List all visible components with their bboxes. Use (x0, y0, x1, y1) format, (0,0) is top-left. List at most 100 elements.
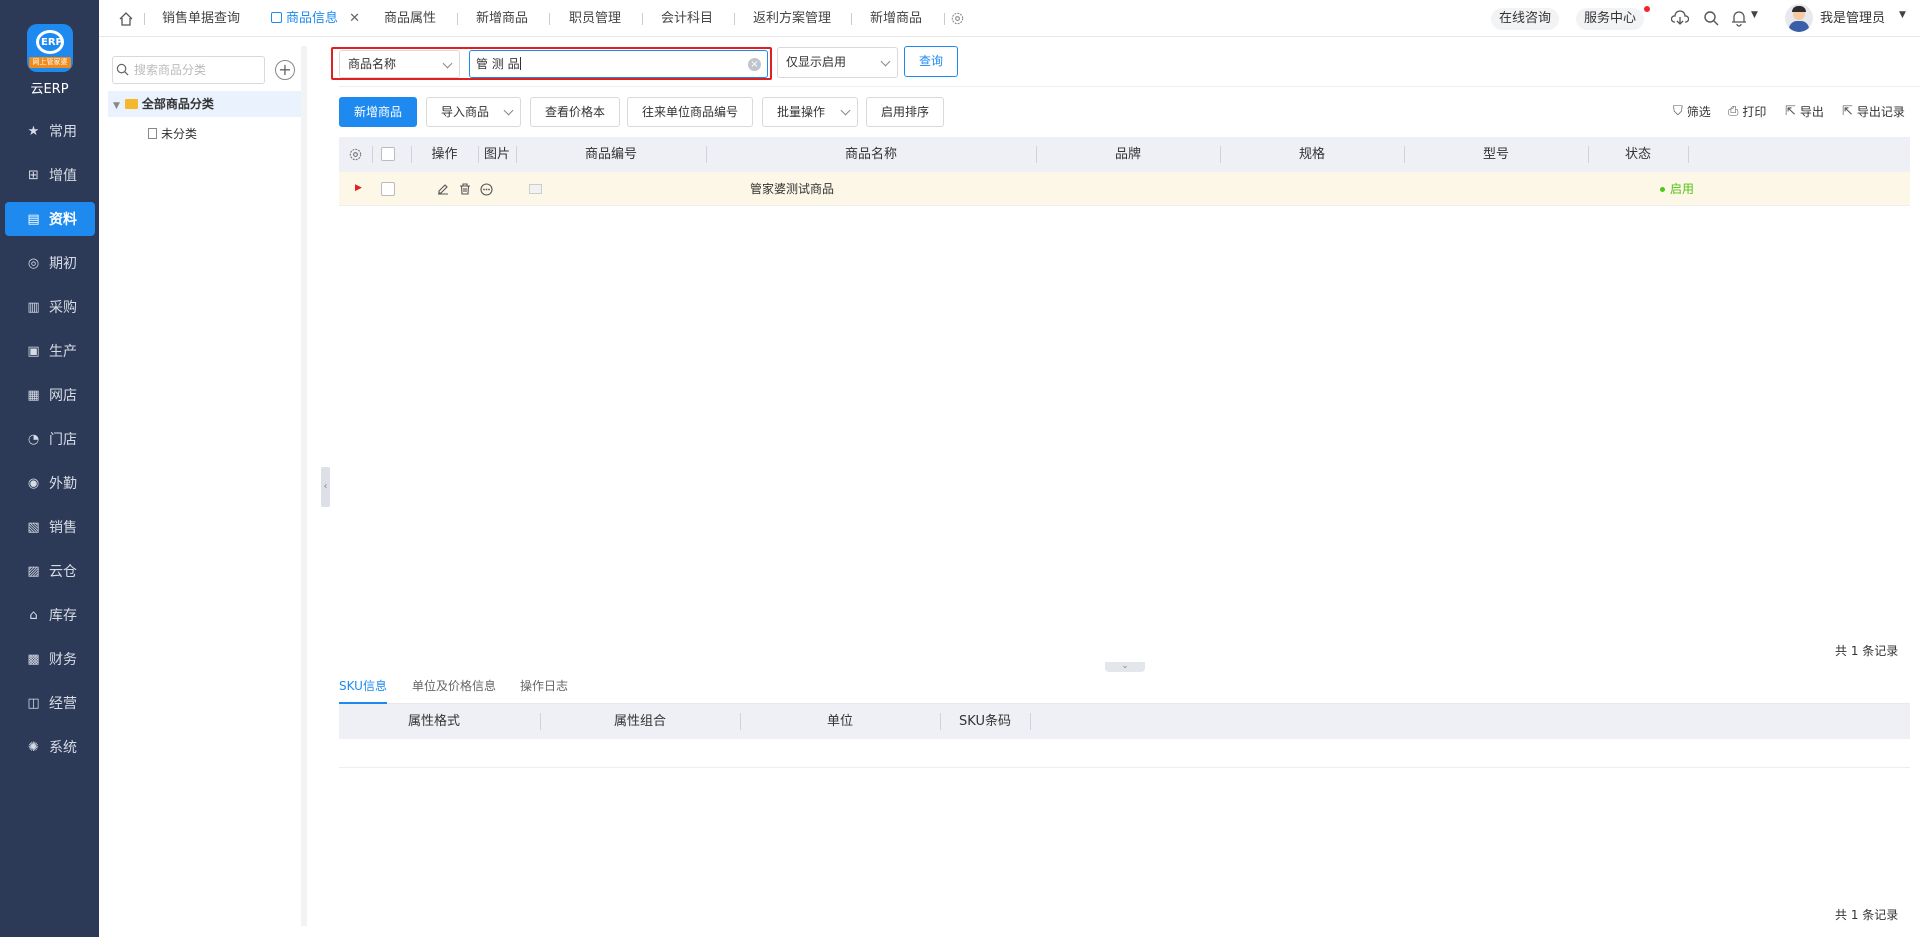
nav-item-cloud-warehouse[interactable]: ▨ 云仓 (5, 554, 95, 588)
close-icon[interactable]: ✕ (349, 11, 360, 26)
search-icon[interactable] (1703, 10, 1719, 26)
query-button[interactable]: 查询 (904, 46, 958, 77)
nav-item-production[interactable]: ▣ 生产 (5, 334, 95, 368)
compass-icon: ◉ (27, 475, 40, 491)
plus-square-icon: ⊞ (28, 167, 39, 183)
clear-icon[interactable]: × (748, 58, 761, 71)
export-tool[interactable]: ⇱ 导出 (1785, 103, 1824, 120)
column-settings-icon[interactable] (348, 147, 363, 162)
nav-item-data[interactable]: ▤ 资料 (5, 202, 95, 236)
service-center-button[interactable]: 服务中心 (1576, 8, 1645, 30)
more-icon[interactable] (480, 183, 493, 196)
left-nav: ERP 网上管家婆 云ERP ★ 常用 ⊞ 增值 ▤ 资料 ◎ 期初 ▥ 采购 ▣ 生产 ▦… (0, 0, 99, 937)
col-header-brand[interactable]: 品牌 (1036, 137, 1220, 172)
col-header-actions: 操作 (431, 147, 458, 162)
export-log-tool[interactable]: ⇱ 导出记录 (1842, 103, 1905, 120)
print-label: 打印 (1742, 105, 1767, 119)
cloud-download-icon[interactable] (1671, 10, 1689, 26)
bell-icon[interactable] (1731, 9, 1747, 27)
col-separator (1688, 146, 1689, 163)
tab-sku-info[interactable]: SKU信息 (339, 669, 387, 704)
category-panel: 搜索商品分类 + ▼ 全部商品分类 未分类 (99, 37, 311, 937)
import-product-button[interactable]: 导入商品 (426, 97, 521, 127)
chevron-down-icon (840, 105, 851, 116)
partner-code-button[interactable]: 往来单位商品编号 (627, 97, 754, 127)
tab-product-info[interactable]: 商品信息 ✕ (271, 0, 360, 37)
collapse-panel-handle[interactable]: ‹ (321, 467, 330, 507)
print-tool[interactable]: ⎙ 打印 (1728, 103, 1766, 120)
edit-icon[interactable] (437, 183, 449, 195)
nav-item-inventory[interactable]: ⌂ 库存 (5, 598, 95, 632)
col-header-image: 图片 (483, 147, 510, 162)
sku-record-count: 共 1 条记录 (1835, 908, 1899, 922)
nav-item-value-added[interactable]: ⊞ 增值 (5, 158, 95, 192)
tab-new-product-2[interactable]: 新增商品 (870, 0, 922, 37)
tab-operation-log[interactable]: 操作日志 (520, 669, 568, 704)
batch-operation-button[interactable]: 批量操作 (762, 97, 858, 127)
tab-product-attributes[interactable]: 商品属性 (384, 0, 436, 37)
export-icon: ⇱ (1785, 104, 1796, 119)
nav-label: 资料 (49, 212, 77, 228)
col-header-code[interactable]: 商品编号 (516, 137, 706, 172)
enable-sort-button[interactable]: 启用排序 (866, 97, 945, 127)
target-icon: ◎ (27, 255, 40, 271)
table-row[interactable]: ▶ 管家婆测试商品 启用 (339, 172, 1910, 206)
tab-sales-query[interactable]: 销售单据查询 (162, 0, 240, 37)
caret-down-icon[interactable]: ▼ (113, 101, 120, 111)
nav-label: 期初 (49, 256, 77, 272)
user-name[interactable]: 我是管理员 (1820, 0, 1885, 37)
nav-item-field[interactable]: ◉ 外勤 (5, 466, 95, 500)
tab-unit-price[interactable]: 单位及价格信息 (412, 669, 496, 704)
search-field-select[interactable]: 商品名称 (339, 50, 460, 78)
status-filter-select[interactable]: 仅显示启用 (777, 47, 898, 78)
category-root[interactable]: ▼ 全部商品分类 (108, 91, 301, 117)
select-all-checkbox[interactable] (381, 147, 395, 161)
export-label: 导出 (1799, 105, 1824, 119)
nav-item-purchase[interactable]: ▥ 采购 (5, 290, 95, 324)
col-header-model[interactable]: 型号 (1404, 137, 1588, 172)
search-input[interactable]: 管 测 品 × (469, 50, 768, 78)
add-product-button[interactable]: 新增商品 (339, 97, 418, 127)
filter-tool[interactable]: ⛉ 筛选 (1673, 103, 1711, 120)
tab-settings-icon[interactable] (950, 11, 965, 26)
avatar[interactable] (1785, 4, 1813, 32)
nav-item-operations[interactable]: ◫ 经营 (5, 686, 95, 720)
category-child-label: 未分类 (161, 127, 198, 141)
chevron-down-icon (442, 58, 453, 69)
online-consult-button[interactable]: 在线咨询 (1491, 8, 1560, 30)
tab-staff[interactable]: 职员管理 (569, 0, 621, 37)
bell-dropdown-icon[interactable]: ▼ (1751, 10, 1758, 20)
erp-logo[interactable]: ERP 网上管家婆 (27, 24, 73, 72)
user-dropdown-icon[interactable]: ▼ (1899, 10, 1906, 20)
nav-item-opening[interactable]: ◎ 期初 (5, 246, 95, 280)
status-label: 启用 (1670, 182, 1695, 196)
col-header-attr-combo: 属性组合 (613, 714, 666, 729)
filter-divider (339, 86, 1920, 87)
tab-accounts[interactable]: 会计科目 (661, 0, 713, 37)
col-header-status[interactable]: 状态 (1588, 137, 1688, 172)
tab-label: 商品信息 (286, 11, 339, 26)
add-category-icon[interactable]: + (275, 60, 295, 80)
col-header-spec[interactable]: 规格 (1220, 137, 1404, 172)
image-placeholder-icon[interactable] (529, 184, 542, 194)
file-icon (148, 128, 157, 139)
row-checkbox[interactable] (381, 182, 395, 196)
category-search-input[interactable]: 搜索商品分类 (112, 56, 265, 84)
price-book-button[interactable]: 查看价格本 (530, 97, 621, 127)
home-icon[interactable] (118, 11, 134, 27)
nav-item-retail-store[interactable]: ◔ 门店 (5, 422, 95, 456)
nav-item-common[interactable]: ★ 常用 (5, 114, 95, 148)
pie-icon: ◔ (27, 431, 40, 447)
tab-rebate[interactable]: 返利方案管理 (753, 0, 831, 37)
nav-item-online-store[interactable]: ▦ 网店 (5, 378, 95, 412)
table-header: 操作 图片 商品编号 商品名称 品牌 规格 型号 状态 (339, 137, 1910, 172)
nav-item-system[interactable]: ✺ 系统 (5, 730, 95, 764)
nav-item-finance[interactable]: ▩ 财务 (5, 642, 95, 676)
col-header-name[interactable]: 商品名称 (706, 137, 1036, 172)
tab-separator (944, 13, 945, 25)
nav-item-sales[interactable]: ▧ 销售 (5, 510, 95, 544)
delete-icon[interactable] (459, 183, 471, 195)
batch-label: 批量操作 (777, 105, 826, 119)
category-child[interactable]: 未分类 (148, 121, 197, 147)
tab-new-product[interactable]: 新增商品 (476, 0, 528, 37)
